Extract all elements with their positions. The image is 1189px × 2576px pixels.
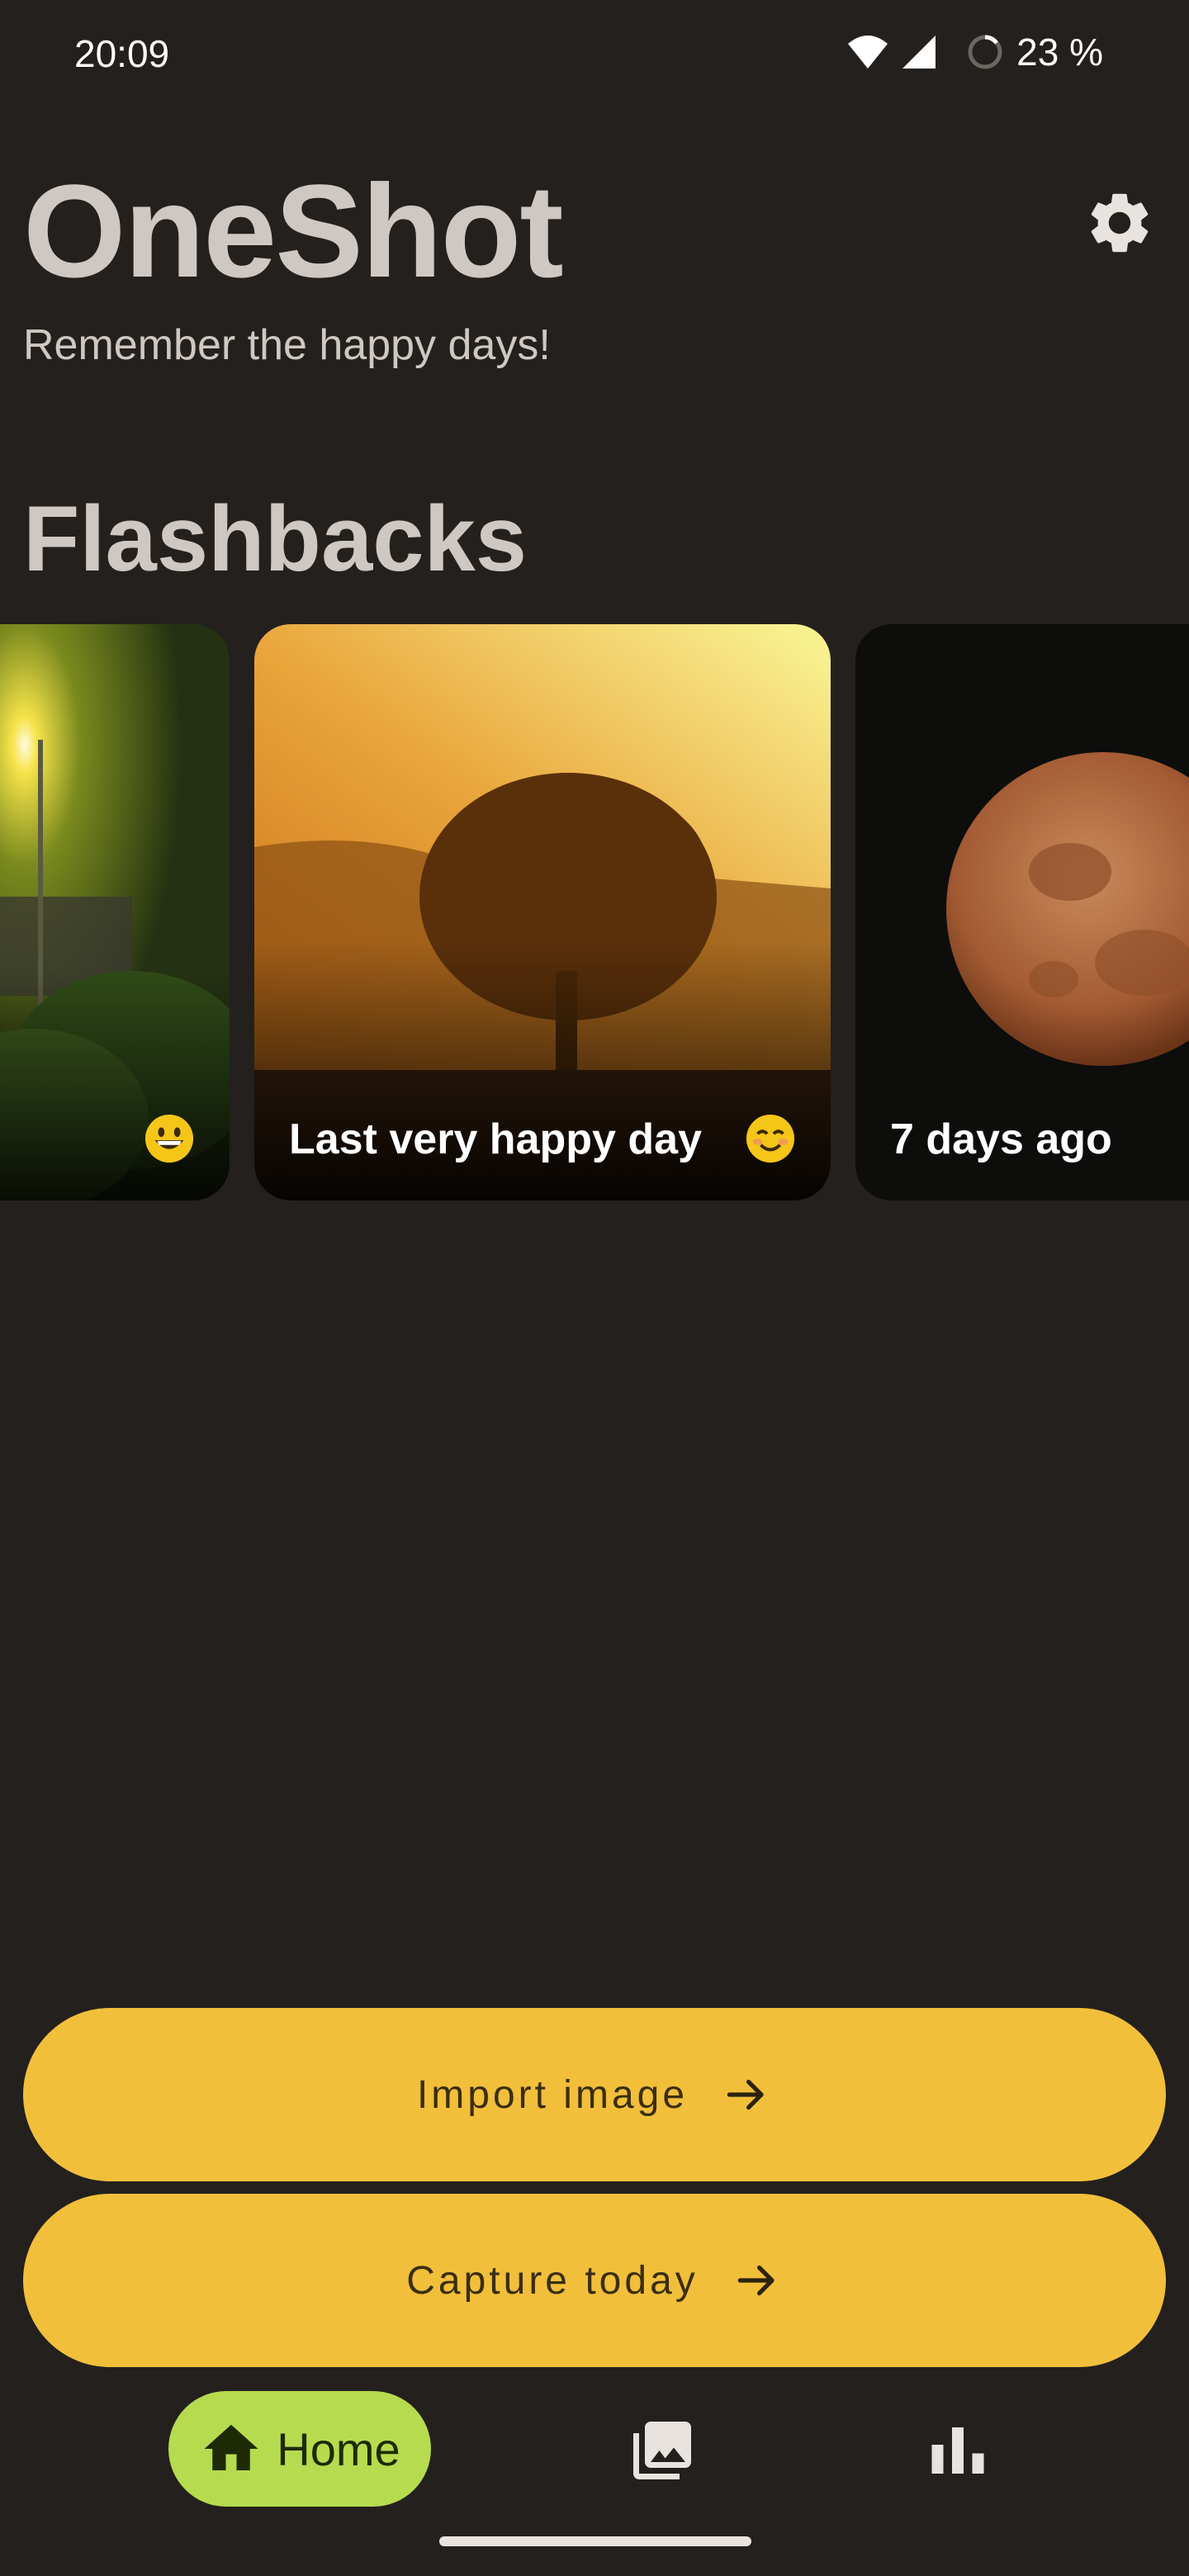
- home-icon: [204, 2424, 258, 2470]
- cellular-signal-icon: [902, 36, 936, 69]
- flashback-caption: 7 days ago: [890, 1115, 1112, 1163]
- capture-today-button[interactable]: Capture today: [23, 2194, 1166, 2367]
- flashbacks-carousel[interactable]: Last very happy day 7 days ago: [0, 624, 1189, 1202]
- wifi-icon: [848, 36, 888, 69]
- battery-saver-icon: [968, 35, 1002, 69]
- nav-item-gallery[interactable]: [628, 2416, 697, 2485]
- arrow-right-icon: [727, 2079, 764, 2110]
- capture-today-label: Capture today: [406, 2258, 699, 2303]
- import-image-label: Import image: [416, 2072, 689, 2117]
- status-time: 20:09: [74, 32, 170, 75]
- gesture-navigation-bar[interactable]: [439, 2536, 751, 2546]
- gallery-icon: [633, 2422, 691, 2479]
- grinning-face-emoji-icon: [144, 1114, 194, 1163]
- battery-percent: 23 %: [1016, 31, 1103, 73]
- flashback-card[interactable]: [0, 624, 230, 1200]
- nav-home-label: Home: [277, 2422, 400, 2475]
- bottom-navigation: Home: [0, 2386, 1189, 2518]
- status-icons: 23 %: [846, 30, 1103, 74]
- smiling-face-emoji-icon: [746, 1114, 795, 1163]
- app-subtitle: Remember the happy days!: [23, 321, 551, 369]
- nav-item-home[interactable]: Home: [168, 2391, 431, 2507]
- import-image-button[interactable]: Import image: [23, 2008, 1166, 2181]
- flashbacks-title: Flashbacks: [23, 487, 528, 590]
- flashback-photo: [0, 624, 230, 1200]
- flashback-card[interactable]: 7 days ago: [855, 624, 1189, 1200]
- app-title: OneShot: [23, 157, 564, 305]
- flashback-caption: Last very happy day: [289, 1115, 702, 1163]
- settings-button[interactable]: [1080, 183, 1159, 263]
- arrow-right-icon: [737, 2265, 775, 2296]
- flashback-card[interactable]: Last very happy day: [254, 624, 831, 1200]
- nav-item-statistics[interactable]: [923, 2416, 992, 2485]
- gear-icon: [1091, 193, 1149, 253]
- statistics-icon: [931, 2427, 984, 2474]
- status-bar: 20:09 23 %: [0, 0, 1189, 107]
